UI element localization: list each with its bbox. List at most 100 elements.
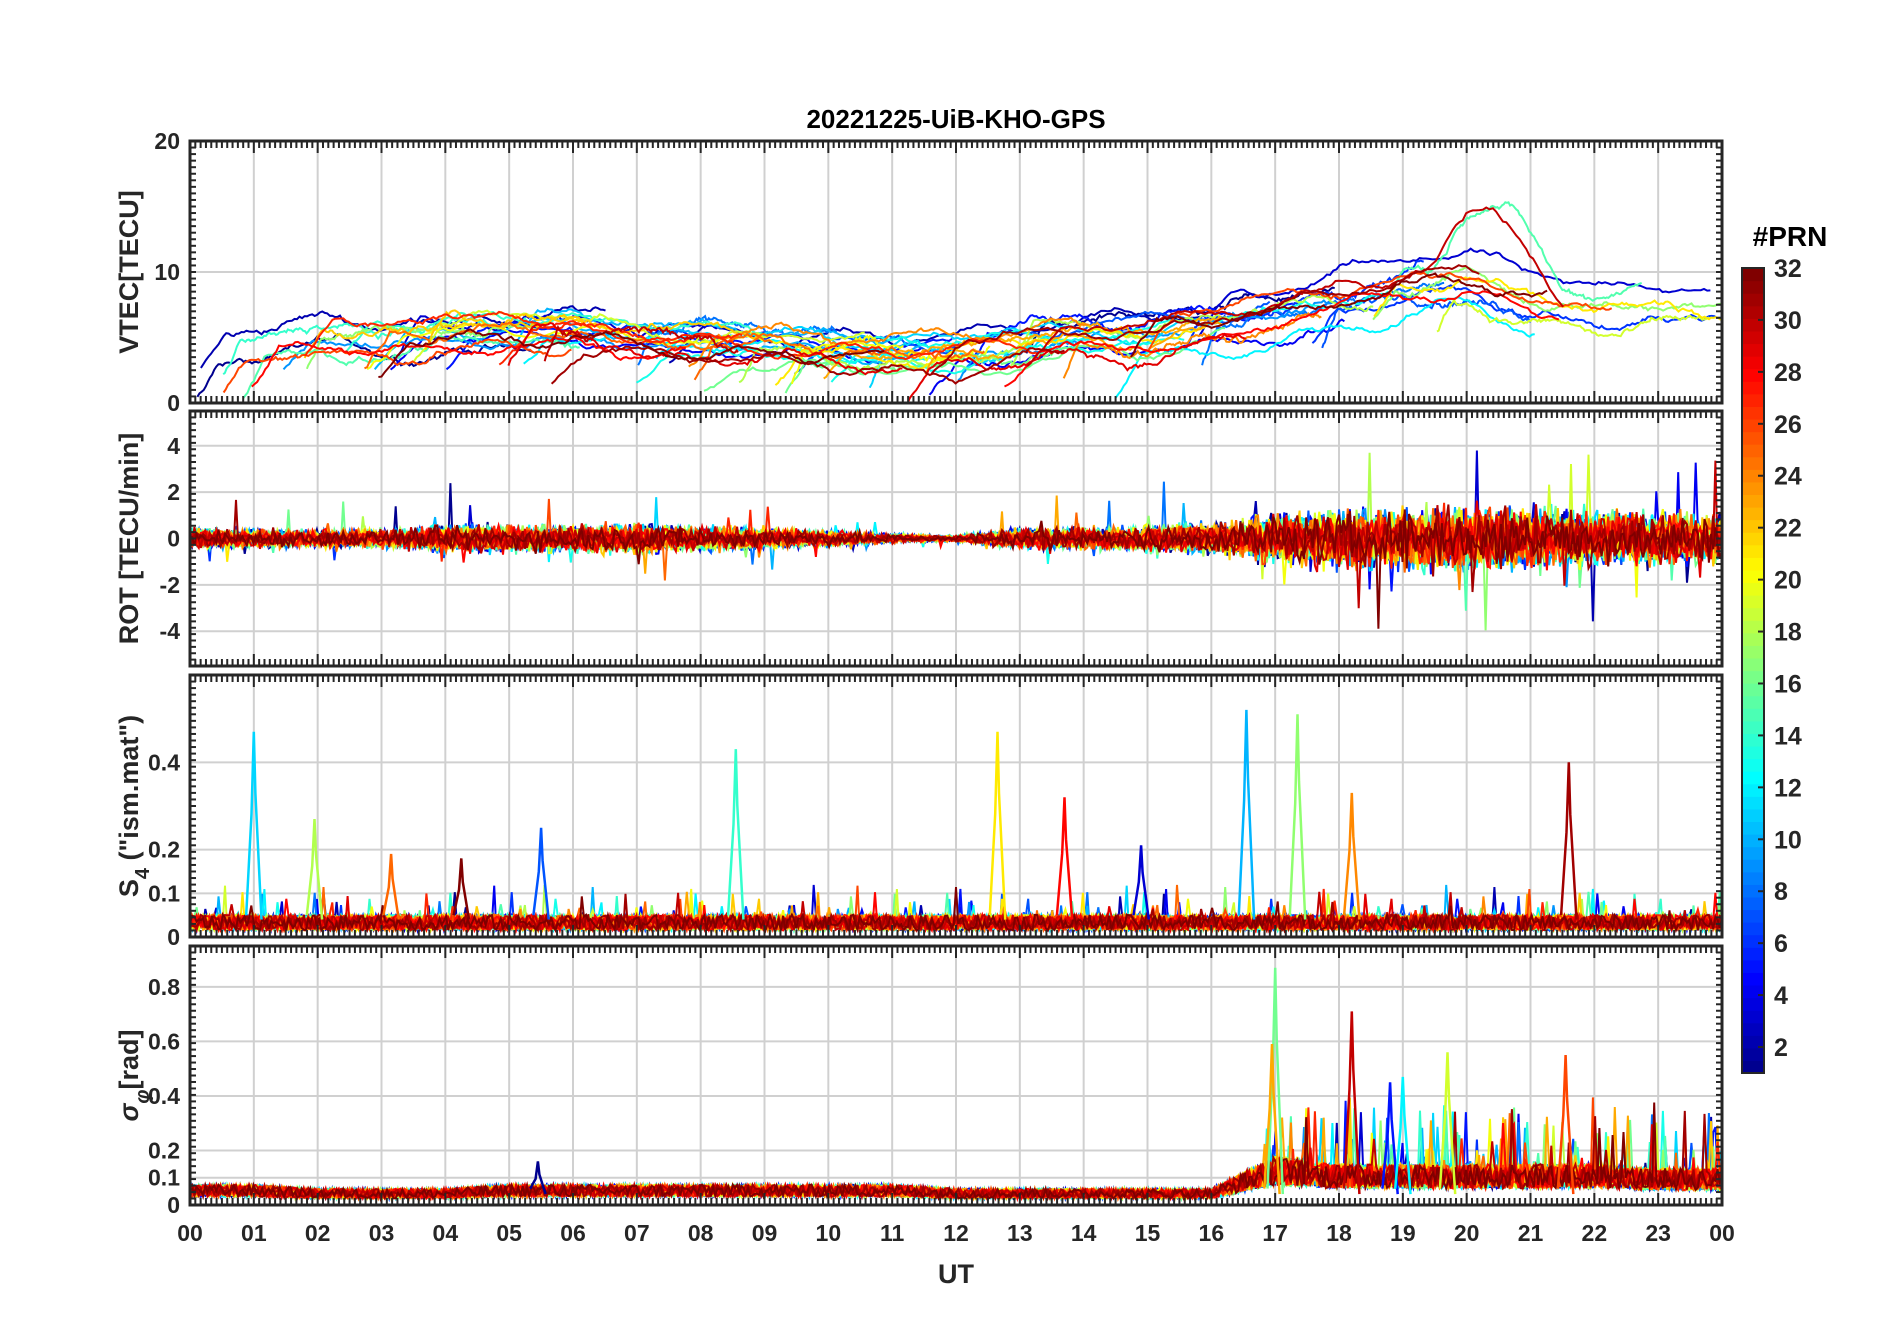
colorbar-segment [1742,834,1764,848]
x-tick-label: 22 [1582,1220,1608,1246]
colorbar-segment [1742,506,1764,521]
colorbar-segment [1742,972,1764,986]
x-tick-label: 15 [1135,1220,1161,1246]
colorbar-segment [1742,1022,1764,1036]
colorbar-segment [1742,268,1764,282]
colorbar-segment [1742,959,1764,973]
y-tick-label: 0 [167,526,180,552]
colorbar-segment [1742,456,1764,470]
colorbar-segment [1742,909,1764,923]
colorbar-segment [1742,846,1764,860]
colorbar-segment [1742,657,1764,672]
x-tick-label: 09 [752,1220,778,1246]
colorbar-segment [1742,544,1764,558]
colorbar-tick-label: 28 [1774,359,1802,387]
colorbar-segment [1742,356,1764,370]
colorbar-segment [1742,280,1764,294]
colorbar-tick-label: 20 [1774,567,1802,595]
colorbar-segment [1742,896,1764,911]
colorbar-tick-label: 6 [1774,930,1788,958]
x-tick-label: 17 [1262,1220,1288,1246]
colorbar-segment [1742,418,1764,433]
x-tick-label: 14 [1071,1220,1097,1246]
colorbar-segment [1742,984,1764,999]
y-tick-label: 10 [154,259,180,285]
y-tick-label: -4 [160,618,181,644]
colorbar-segment [1742,532,1764,546]
colorbar-tick-label: 32 [1774,255,1802,283]
colorbar-segment [1742,871,1764,885]
y-tick-label: 0.1 [148,880,180,906]
colorbar-tick-label: 18 [1774,619,1802,647]
y-axis-label-main: σ [114,1103,144,1122]
colorbar-segment [1742,720,1764,734]
colorbar-tick-label: 26 [1774,411,1802,439]
colorbar-tick-label: 12 [1774,774,1802,802]
panel-rot: -4 -2 0 2 4 ROT [TECU/min] [114,409,1724,668]
colorbar-segment [1742,569,1764,584]
y-axis-label-main: S [114,879,144,897]
x-tick-label: 18 [1326,1220,1352,1246]
colorbar-segment [1742,947,1764,961]
colorbar-segment [1742,595,1764,609]
x-tick-label: 19 [1390,1220,1416,1246]
colorbar-segment [1742,997,1764,1011]
panel-sigma_phi: 00.10.20.40.60.8σφ[rad] [114,944,1724,1218]
colorbar-segment [1742,758,1764,772]
colorbar-tick-label: 2 [1774,1034,1788,1062]
x-tick-label: 20 [1454,1220,1480,1246]
x-tick-label: 01 [241,1220,267,1246]
colorbar-tick-label: 22 [1774,515,1802,543]
y-axis-label: ROT [TECU/min] [114,433,144,644]
colorbar-segment [1742,1047,1764,1062]
x-tick-label: 03 [369,1220,395,1246]
y-tick-label: 2 [167,479,180,505]
y-tick-label: 0.1 [148,1165,180,1191]
colorbar-tick-label: 30 [1774,307,1802,335]
colorbar-segment [1742,607,1764,621]
y-tick-label: 0.8 [148,974,180,1000]
colorbar-segment [1742,431,1764,445]
colorbar-segment [1742,343,1764,357]
x-tick-label: 00 [177,1220,203,1246]
colorbar-segment [1742,368,1764,382]
colorbar-tick-label: 10 [1774,826,1802,854]
y-axis-label-rest: [rad] [114,1030,144,1090]
panel-s4: 0 0.1 0.2 0.4S4 ("ism.mat") [114,673,1724,950]
colorbar-segment [1742,808,1764,823]
x-axis-label: UT [938,1259,974,1289]
colorbar-segment [1742,745,1764,760]
colorbar-segment [1742,293,1764,307]
x-tick-label: 16 [1199,1220,1225,1246]
y-tick-label: 0.2 [148,1137,180,1163]
x-tick-label: 13 [1007,1220,1033,1246]
colorbar-segment [1742,670,1764,684]
colorbar-tick-label: 24 [1774,463,1802,491]
colorbar-title: #PRN [1753,221,1828,252]
x-tick-label: 06 [560,1220,586,1246]
colorbar-segment [1742,632,1764,646]
x-tick-label: 08 [688,1220,714,1246]
colorbar-segment [1742,922,1764,936]
x-tick-label: 04 [433,1220,459,1246]
colorbar-segment [1742,796,1764,810]
colorbar-segment [1742,695,1764,709]
panel-vtec: 0 10 20 VTEC[TECU] [114,128,1724,416]
panels: 01020VTEC[TECU]-4-2024ROT [TECU/min]00.1… [114,128,1735,1246]
colorbar-segment [1742,859,1764,873]
x-tick-label: 12 [943,1220,969,1246]
y-axis-label: VTEC[TECU] [114,190,144,354]
colorbar-tick-label: 8 [1774,878,1788,906]
y-tick-label: 0.6 [148,1028,180,1054]
colorbar-segment [1742,406,1764,420]
x-tick-label: 11 [880,1220,905,1246]
colorbar-segment [1742,683,1764,697]
colorbar-segment [1742,783,1764,797]
colorbar-segment [1742,481,1764,496]
y-tick-label: 4 [167,433,180,459]
y-tick-label: -2 [160,572,180,598]
x-tick-label: 05 [496,1220,522,1246]
y-tick-label: 0 [167,390,180,416]
colorbar-segment [1742,582,1764,596]
colorbar-tick-label: 14 [1774,722,1802,750]
